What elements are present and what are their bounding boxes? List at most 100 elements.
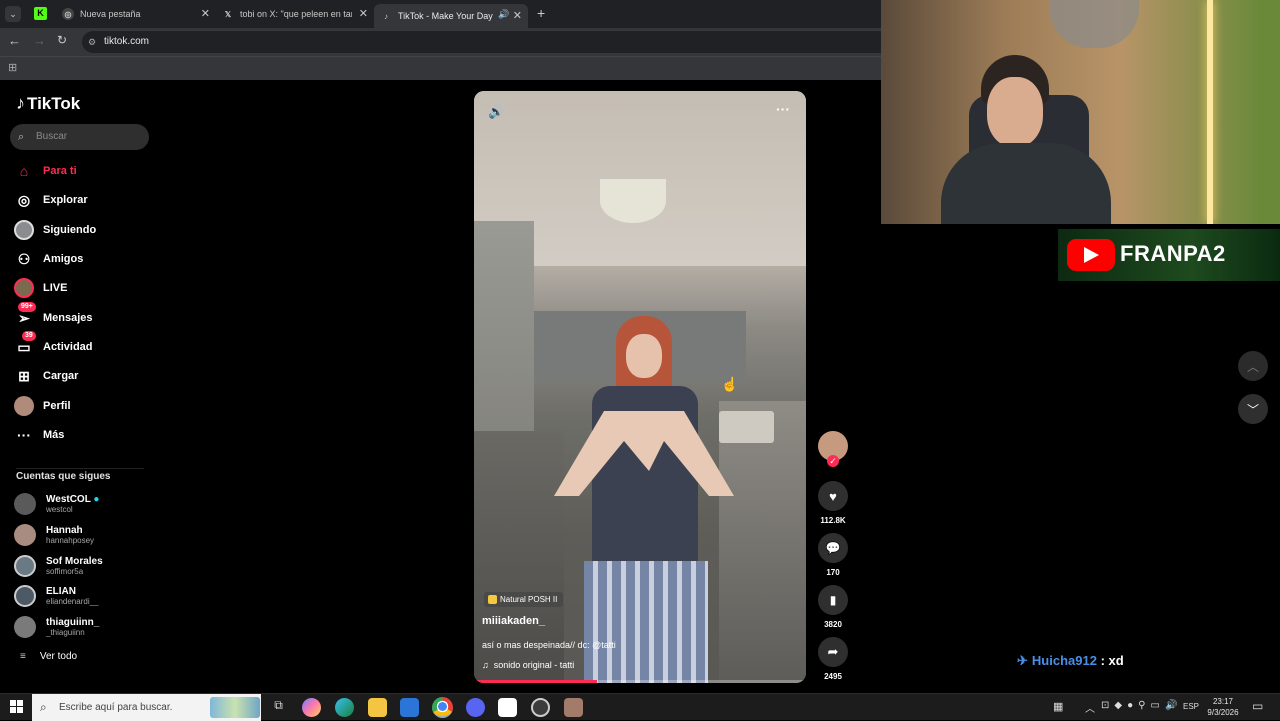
mouse-cursor-icon: ☝ (721, 376, 739, 392)
video-caption: así o mas despeinada// dc: @tatti (482, 640, 616, 650)
windows-taskbar: ⌕ Escribe aquí para buscar. ⧉ ▦ ︿ ⊡◆●⚲▭ … (0, 693, 1280, 721)
search-placeholder: Buscar (36, 131, 68, 142)
apps-grid-icon[interactable]: ⊞ (8, 61, 17, 74)
ad-tag[interactable]: Natural POSH II (484, 592, 564, 607)
taskbar-search-input[interactable]: ⌕ Escribe aquí para buscar. (32, 694, 261, 721)
see-all-link[interactable]: ≡ Ver todo (20, 651, 77, 662)
activity-icon: ▭ 39 (14, 331, 36, 357)
account-handle: eliandenardi__ (46, 597, 99, 606)
back-icon[interactable]: ← (8, 33, 21, 48)
new-tab-button[interactable]: + (537, 5, 545, 21)
nav-cargar[interactable]: ⊞ Cargar (14, 364, 78, 388)
account-item[interactable]: thiaguiinn_ _thiaguiinn (14, 612, 99, 642)
comment-icon: 💬 (818, 533, 848, 563)
tab-x-post[interactable]: 𝕏 tobi on X: "que peleen en tang ✕ (222, 4, 368, 24)
previous-video-button[interactable]: ︿ (1238, 351, 1268, 381)
nav-amigos[interactable]: ⚇ Amigos (14, 247, 84, 271)
tab-tiktok[interactable]: ♪ TikTok - Make Your Day 🔊 ✕ (374, 4, 528, 28)
chevron-up-icon: ︿ (1246, 359, 1259, 374)
sound-name: sonido original - tatti (493, 660, 575, 670)
creator-avatar-button[interactable]: ✓ (817, 431, 849, 467)
list-icon: ≡ (20, 651, 26, 662)
dancer (554, 316, 734, 683)
audio-playing-icon[interactable]: 🔊 (498, 9, 509, 20)
forward-icon[interactable]: → (33, 33, 46, 48)
clock[interactable]: 23:17 9/3/2026 (1203, 696, 1243, 718)
video-player[interactable]: 🔊 ··· Natural POSH II miiiakaden_ así o … (474, 91, 806, 683)
music-note-icon: ♫ (482, 660, 489, 670)
copilot-icon[interactable] (302, 698, 321, 717)
nav-actividad[interactable]: ▭ 39 Actividad (14, 331, 93, 359)
comment-count: 170 (826, 568, 840, 577)
task-view-icon[interactable]: ⧉ (269, 698, 288, 717)
nav-label: Explorar (43, 194, 88, 206)
upload-icon: ⊞ (18, 367, 30, 384)
address-bar[interactable]: ⚙ tiktok.com (82, 31, 882, 53)
close-tab-icon[interactable]: ✕ (359, 7, 368, 20)
account-item[interactable]: WestCOL ● westcol (14, 489, 99, 519)
chat-message: ✈ Huicha912 : xd (1017, 653, 1124, 669)
account-name: Hannah (46, 525, 83, 536)
language-indicator[interactable]: ESP (1183, 702, 1199, 711)
video-author[interactable]: miiiakaden_ (482, 615, 545, 627)
account-item[interactable]: Hannah hannahposey (14, 520, 94, 550)
search-input[interactable]: ⌕ Buscar (10, 124, 149, 150)
avatar (14, 585, 36, 607)
nav-siguiendo[interactable]: Siguiendo (14, 218, 96, 242)
following-section-title: Cuentas que sigues (16, 471, 111, 482)
avatar (14, 524, 36, 546)
tiktok-logo[interactable]: ♪ TikTok (16, 93, 80, 114)
mail-icon[interactable] (400, 698, 419, 717)
account-item[interactable]: ELIAN eliandenardi__ (14, 581, 99, 611)
tray-icons: ⊡◆●⚲▭ (1101, 700, 1165, 711)
bookmark-icon: ▮ (818, 585, 848, 615)
share-icon: ➦ (818, 637, 848, 667)
nav-explorar[interactable]: ◎ Explorar (14, 188, 88, 212)
led-strip (1207, 0, 1213, 224)
nav-mas[interactable]: ··· Más (14, 423, 64, 447)
save-button[interactable]: ▮ 3820 (817, 585, 849, 629)
follow-icon[interactable]: ✓ (827, 455, 839, 467)
notifications-icon[interactable]: ▭ (1252, 699, 1263, 713)
arms (554, 411, 734, 496)
account-item[interactable]: Sof Morales soffimor5a (14, 551, 103, 581)
nav-perfil[interactable]: Perfil (14, 394, 71, 418)
volume-icon[interactable]: 🔊 (488, 104, 504, 120)
youtube-logo-icon (1067, 239, 1115, 271)
more-options-icon[interactable]: ··· (776, 101, 790, 117)
site-info-icon[interactable]: ⚙ (88, 31, 96, 53)
edge-icon[interactable] (335, 698, 354, 717)
like-button[interactable]: ♥ 112.8K (817, 481, 849, 525)
news-widget-icon[interactable]: ▦ (1053, 700, 1063, 713)
show-hidden-icons[interactable]: ︿ (1085, 700, 1095, 715)
volume-tray-icon[interactable]: 🔊 (1165, 700, 1177, 711)
webcam-overlay (881, 0, 1280, 224)
nav-live[interactable]: LIVE (14, 276, 67, 300)
account-name: WestCOL (46, 494, 91, 505)
file-explorer-icon[interactable] (368, 698, 387, 717)
nav-para-ti[interactable]: ⌂ Para ti (14, 159, 77, 183)
tab-search-button[interactable]: ⌄ (5, 6, 21, 22)
save-count: 3820 (824, 620, 842, 629)
obs-icon[interactable] (531, 698, 550, 717)
close-tab-icon[interactable]: ✕ (201, 7, 210, 20)
next-video-button[interactable]: ﹀ (1238, 394, 1268, 424)
comment-button[interactable]: 💬 170 (817, 533, 849, 577)
reload-icon[interactable]: ↻ (57, 33, 67, 47)
share-button[interactable]: ➦ 2495 (817, 637, 849, 681)
avatar (14, 616, 36, 638)
friends-icon: ⚇ (17, 250, 31, 267)
capcut-icon[interactable] (498, 698, 517, 717)
discord-icon[interactable] (466, 698, 485, 717)
chrome-icon[interactable] (432, 697, 453, 718)
tab-nueva-pestana[interactable]: ◎ Nueva pestaña ✕ (62, 4, 210, 24)
tiktok-icon: ♪ (384, 11, 388, 21)
app-avatar-icon[interactable] (564, 698, 583, 717)
close-tab-icon[interactable]: ✕ (513, 9, 522, 22)
windows-start-icon[interactable] (10, 700, 23, 713)
video-progress-bar[interactable] (474, 680, 806, 683)
nav-mensajes[interactable]: ➢ 99+ Mensajes (14, 302, 93, 330)
video-sound[interactable]: ♫ sonido original - tatti (482, 660, 574, 670)
pinned-tab-kick[interactable]: K (34, 7, 47, 20)
heart-icon: ♥ (818, 481, 848, 511)
